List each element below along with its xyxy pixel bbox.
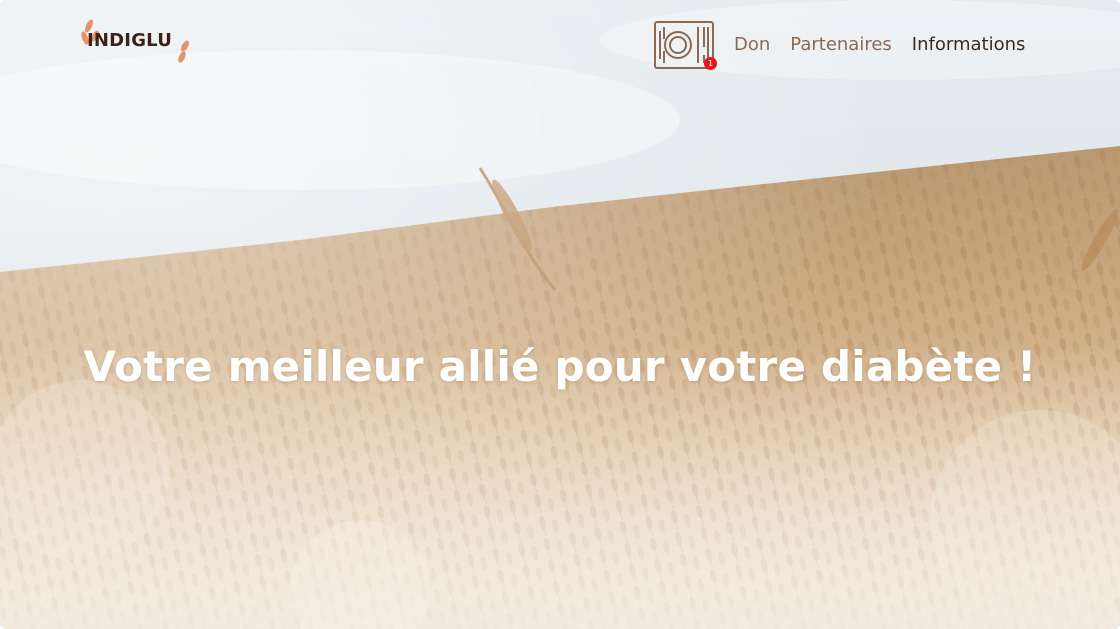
main-nav: Don Partenaires Informations [734, 34, 1025, 55]
hero-background-image [0, 0, 1120, 629]
page: INDIGLU 1 Don Partenaires Informations V… [0, 0, 1120, 629]
wheat-leaf-icon [178, 40, 189, 63]
site-header: INDIGLU 1 Don Partenaires Informations [0, 0, 1120, 90]
brand-name: INDIGLU [87, 30, 173, 51]
nav-link-informations[interactable]: Informations [912, 34, 1026, 55]
cart-count-badge: 1 [704, 57, 717, 70]
hero-headline: Votre meilleur allié pour votre diabète … [83, 342, 1037, 392]
nav-link-don[interactable]: Don [734, 34, 770, 55]
nav-link-partenaires[interactable]: Partenaires [790, 34, 892, 55]
cart-button[interactable]: 1 [654, 21, 717, 70]
brand-logo[interactable]: INDIGLU [80, 16, 196, 68]
